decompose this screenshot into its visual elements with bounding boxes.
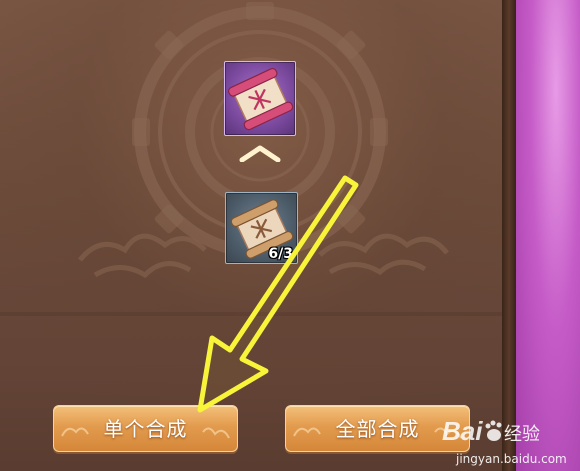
watermark-text: 经验 — [504, 424, 540, 445]
target-item-slot[interactable] — [224, 61, 296, 136]
single-synthesize-label: 单个合成 — [103, 417, 188, 441]
cloud-ornament-icon — [61, 427, 89, 437]
watermark-logo: Bai — [442, 416, 483, 446]
cloud-ornament-icon — [293, 427, 321, 437]
watermark-url: jingyan.baidu.com — [456, 452, 567, 466]
all-synthesize-label: 全部合成 — [335, 417, 420, 441]
material-item-slot[interactable]: 6/3 — [225, 192, 298, 264]
chevron-up-icon — [239, 145, 281, 162]
red-scroll-icon — [228, 67, 294, 131]
baidu-watermark: Bai 经验 jingyan.baidu.com — [440, 412, 580, 471]
cloud-ornament-icon — [202, 427, 230, 439]
side-purple-panel — [516, 0, 580, 471]
paw-icon — [485, 420, 502, 441]
single-synthesize-button[interactable]: 单个合成 — [53, 405, 238, 452]
material-item-count: 6/3 — [268, 246, 293, 262]
synthesis-panel: 6/3 单个合成 全部合成 Bai 经验 jingyan.baidu.com — [0, 0, 580, 471]
